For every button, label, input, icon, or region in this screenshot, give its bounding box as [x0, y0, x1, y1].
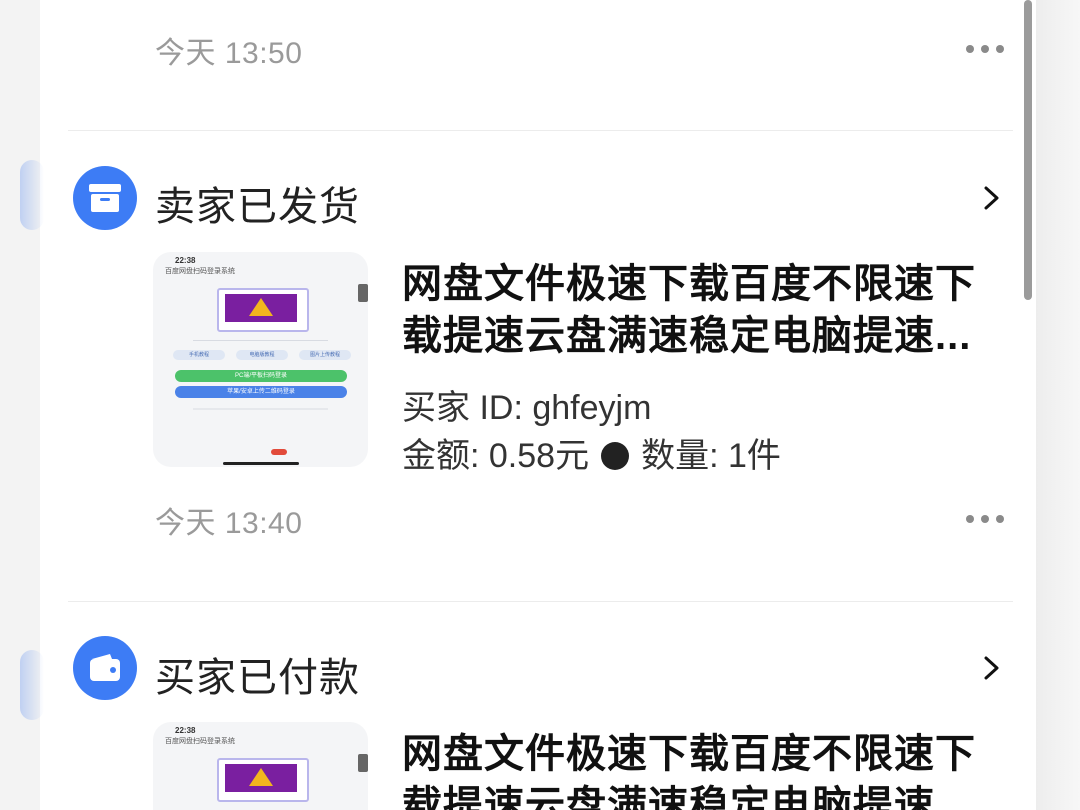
thumb-page-title: 百度网盘扫码登录系统 [165, 268, 235, 275]
wallet-icon [73, 636, 137, 700]
thumb-status-time: 22:38 [175, 256, 196, 265]
thumb-side-tab [358, 754, 368, 772]
divider [68, 601, 1013, 602]
order-quantity: 数量: 1件 [641, 437, 781, 475]
product-title[interactable]: 网盘文件极速下载百度不限速下 载提速云盘满速稳定电脑提速... [402, 258, 1002, 362]
more-options-icon[interactable] [966, 44, 1004, 54]
thumb-green-action: PC端/平板扫码登录 [175, 370, 347, 382]
separator-dot-icon [601, 442, 630, 470]
chevron-right-icon[interactable] [978, 185, 1004, 211]
scrollbar[interactable] [1024, 0, 1032, 300]
right-edge-shadow [1036, 0, 1080, 810]
buyer-id: 买家 ID: ghfeyjm [402, 389, 652, 427]
thumb-banner-image [225, 294, 297, 322]
order-status-title: 买家已付款 [155, 656, 360, 700]
thumb-banner-image [225, 764, 297, 792]
thumb-home-indicator [223, 462, 299, 465]
more-options-icon[interactable] [966, 514, 1004, 524]
thumb-banner-frame [217, 288, 309, 332]
product-title[interactable]: 网盘文件极速下载百度不限速下 载提速云盘满速稳定电脑提速... [402, 728, 1002, 810]
product-thumbnail[interactable]: 22:38 百度网盘扫码登录系统 手机教程 电脑版教程 图片上传教程 PC端/平… [153, 252, 368, 467]
order-time: 今天 13:40 [155, 507, 303, 540]
thumb-blue-action: 苹果/安卓上传二维码登录 [175, 386, 347, 398]
order-status-title: 卖家已发货 [155, 185, 360, 229]
thumb-banner-frame [217, 758, 309, 802]
order-amount-quantity: 金额: 0.58元 数量: 1件 [402, 428, 781, 477]
thumb-tutorial-buttons: 手机教程 电脑版教程 图片上传教程 [173, 350, 351, 360]
divider [68, 130, 1013, 131]
left-edge-blur [20, 650, 44, 720]
thumb-red-badge [271, 449, 287, 455]
order-time: 今天 13:50 [155, 37, 303, 70]
product-thumbnail[interactable]: 22:38 百度网盘扫码登录系统 [153, 722, 368, 810]
chevron-right-icon[interactable] [978, 655, 1004, 681]
left-edge-blur [20, 160, 44, 230]
order-amount: 金额: 0.58元 [402, 437, 590, 475]
thumb-status-time: 22:38 [175, 726, 196, 735]
thumb-side-tab [358, 284, 368, 302]
thumb-page-title: 百度网盘扫码登录系统 [165, 738, 235, 745]
archive-box-icon [73, 166, 137, 230]
